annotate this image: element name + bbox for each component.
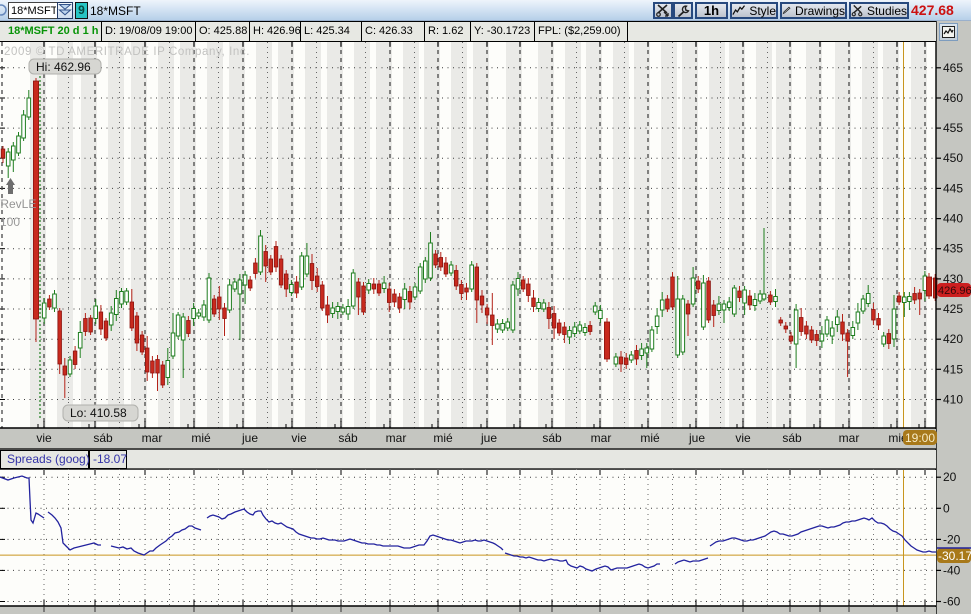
svg-text:vie: vie: [291, 431, 307, 445]
svg-text:0: 0: [943, 501, 950, 515]
svg-text:mar: mar: [142, 431, 163, 445]
svg-text:vie: vie: [735, 431, 751, 445]
svg-text:460: 460: [943, 91, 963, 105]
svg-text:435: 435: [943, 242, 963, 256]
svg-text:jue: jue: [688, 431, 705, 445]
svg-text:mié: mié: [191, 431, 211, 445]
svg-text:Hi: 462.96: Hi: 462.96: [36, 60, 91, 74]
svg-text:440: 440: [943, 212, 963, 226]
svg-text:450: 450: [943, 151, 963, 165]
svg-text:sáb: sáb: [338, 431, 358, 445]
svg-text:mar: mar: [591, 431, 612, 445]
svg-text:20: 20: [943, 470, 957, 484]
svg-text:420: 420: [943, 332, 963, 346]
svg-text:jue: jue: [480, 431, 497, 445]
svg-text:2009 © TD AMERITRADE IP Compan: 2009 © TD AMERITRADE IP Company, Inc.: [4, 46, 250, 58]
svg-text:-40: -40: [943, 563, 961, 577]
svg-text:455: 455: [943, 121, 963, 135]
svg-text:mar: mar: [386, 431, 407, 445]
svg-text:-60: -60: [943, 595, 961, 609]
svg-text:19:00: 19:00: [905, 431, 935, 445]
svg-text:Spreads (goog): Spreads (goog): [7, 452, 90, 466]
svg-text:465: 465: [943, 61, 963, 75]
svg-text:mié: mié: [433, 431, 453, 445]
svg-text:sáb: sáb: [542, 431, 562, 445]
svg-text:100: 100: [0, 215, 20, 229]
svg-text:vie: vie: [36, 431, 52, 445]
svg-text:mar: mar: [839, 431, 860, 445]
svg-text:-20: -20: [943, 532, 961, 546]
svg-text:Lo: 410.58: Lo: 410.58: [70, 406, 127, 420]
svg-text:sáb: sáb: [782, 431, 802, 445]
svg-text:sáb: sáb: [93, 431, 113, 445]
svg-text:mié: mié: [640, 431, 660, 445]
svg-text:426.96: 426.96: [938, 285, 971, 297]
svg-text:410: 410: [943, 393, 963, 407]
svg-text:-30.17: -30.17: [938, 549, 971, 563]
svg-text:jue: jue: [241, 431, 258, 445]
svg-text:415: 415: [943, 362, 963, 376]
svg-text:425: 425: [943, 302, 963, 316]
svg-text:-18.07: -18.07: [93, 452, 127, 466]
svg-text:445: 445: [943, 181, 963, 195]
svg-text:/RevLE: /RevLE: [0, 197, 36, 211]
